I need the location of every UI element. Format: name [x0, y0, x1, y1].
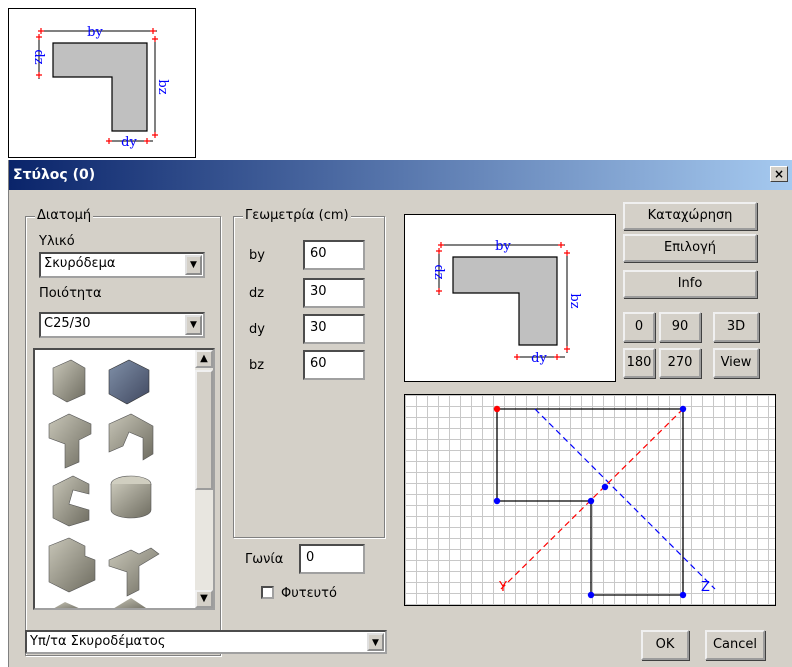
shape-icon-t[interactable] — [48, 413, 92, 469]
dim-label-bz: bz — [155, 79, 170, 94]
shape-icon-partial-1[interactable] — [51, 602, 83, 610]
shape-icon-rect[interactable] — [52, 359, 86, 403]
dialog-title: Στύλος (0) — [13, 167, 96, 183]
close-button[interactable]: × — [770, 166, 788, 182]
geometry-input-dz[interactable]: 30 — [303, 278, 365, 308]
shapes-scrollbar[interactable]: ▲ ▼ — [195, 350, 213, 608]
rotate-90-button[interactable]: 90 — [659, 312, 701, 342]
geometry-label-by: by — [249, 248, 265, 263]
scroll-up-icon[interactable]: ▲ — [195, 350, 213, 368]
geometry-input-bz[interactable]: 60 — [303, 350, 365, 380]
shape-icon-l[interactable] — [48, 537, 96, 593]
chevron-down-icon[interactable]: ▼ — [185, 255, 202, 275]
geometry-label-dy: dy — [249, 322, 265, 337]
shape-icon-partial-2[interactable] — [111, 598, 149, 610]
axis-label-z: Z — [701, 580, 710, 595]
shape-icon-circle[interactable] — [110, 475, 152, 519]
shape-icon-y[interactable] — [108, 547, 160, 597]
geometry-legend: Γεωμετρία (cm) — [243, 208, 351, 223]
rotate-180-button[interactable]: 180 — [623, 348, 655, 378]
angle-label: Γωνία — [245, 552, 284, 567]
dim-label-dz: dz — [31, 49, 46, 64]
cancel-button[interactable]: Cancel — [705, 630, 765, 660]
rotate-270-button[interactable]: 270 — [659, 348, 701, 378]
chevron-down-icon[interactable]: ▼ — [185, 315, 202, 335]
cross-section-legend: Διατομή — [35, 208, 94, 223]
scroll-thumb[interactable] — [195, 370, 213, 490]
select-button[interactable]: Επιλογή — [623, 234, 757, 262]
preview-label-dz: dz — [431, 264, 446, 279]
column-dialog: Στύλος (0) × Διατομή Υλικό Σκυρόδεμα ▼ Π… — [8, 160, 792, 667]
ok-button[interactable]: OK — [641, 630, 689, 660]
section-preview-panel: by dz bz dy — [404, 214, 616, 382]
concrete-properties-select[interactable]: Υπ/τα Σκυροδέματος ▼ — [25, 630, 387, 654]
geometry-input-dy[interactable]: 30 — [303, 314, 365, 344]
preview-label-bz: bz — [567, 293, 582, 308]
section-grid-view[interactable]: Y Z — [404, 394, 776, 606]
geometry-input-by[interactable]: 60 — [303, 240, 365, 270]
quality-select[interactable]: C25/30 ▼ — [39, 312, 205, 338]
shape-icon-c[interactable] — [52, 475, 90, 527]
section-shapes-icons — [48, 359, 160, 610]
material-label: Υλικό — [39, 234, 75, 249]
dim-label-by: by — [87, 25, 103, 40]
angle-input[interactable]: 0 — [299, 544, 365, 574]
planted-label: Φυτευτό — [281, 586, 337, 601]
quality-label: Ποιότητα — [39, 286, 102, 301]
section-shapes-list[interactable]: ▲ ▼ — [33, 348, 215, 610]
view-3d-button[interactable]: 3D — [713, 312, 759, 342]
dim-label-dy: dy — [121, 135, 137, 150]
section-preview-drawing: by dz bz dy — [431, 239, 582, 366]
info-button[interactable]: Info — [623, 270, 757, 298]
material-select-value: Σκυρόδεμα — [44, 256, 116, 271]
view-button[interactable]: View — [713, 348, 759, 378]
geometry-label-bz: bz — [249, 358, 265, 373]
register-button[interactable]: Καταχώρηση — [623, 202, 757, 230]
scroll-down-icon[interactable]: ▼ — [195, 590, 213, 608]
material-select[interactable]: Σκυρόδεμα ▼ — [39, 252, 205, 278]
section-preview-thumbnail: by dz bz dy — [8, 8, 196, 158]
planted-checkbox[interactable] — [261, 586, 274, 599]
concrete-properties-value: Υπ/τα Σκυροδέματος — [30, 634, 166, 649]
geometry-label-dz: dz — [249, 286, 265, 301]
dialog-titlebar: Στύλος (0) — [9, 160, 792, 190]
preview-label-dy: dy — [531, 351, 547, 366]
axis-label-y: Y — [498, 580, 507, 595]
shape-icon-rect-steel[interactable] — [108, 359, 150, 405]
chevron-down-icon[interactable]: ▼ — [367, 633, 384, 651]
shape-icon-u[interactable] — [108, 413, 154, 461]
quality-select-value: C25/30 — [44, 316, 91, 331]
rotate-0-button[interactable]: 0 — [623, 312, 655, 342]
grid-drawing: Y Z — [493, 405, 716, 599]
section-shape-drawing: by dz bz dy — [31, 25, 170, 150]
preview-label-by: by — [495, 239, 511, 254]
